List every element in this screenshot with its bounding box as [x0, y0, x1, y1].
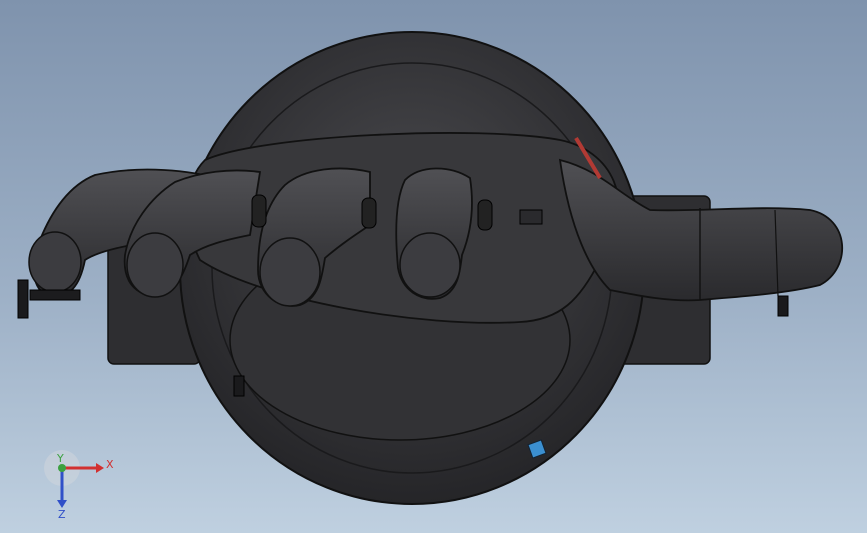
robotic-hand-model[interactable] [0, 0, 867, 533]
y-axis-label: Y [56, 452, 64, 465]
knuckle-joint [361, 197, 377, 229]
x-axis-label: X [106, 458, 114, 471]
z-axis-head [57, 500, 67, 508]
graphics-viewport[interactable]: X Z Y [0, 0, 867, 533]
thumb-clip [777, 295, 789, 317]
palm-button [519, 209, 543, 225]
thumb [558, 158, 843, 302]
finger-little-tip [399, 232, 461, 298]
x-axis-head [96, 463, 104, 473]
knuckle-joint [477, 199, 493, 231]
z-axis-label: Z [58, 508, 66, 520]
knuckle-joint [251, 194, 267, 228]
finger-index-tip [28, 231, 82, 293]
finger-middle-tip [126, 232, 184, 298]
y-axis-marker [58, 464, 66, 472]
side-tab [233, 375, 245, 397]
finger-index-gripper [29, 289, 81, 301]
coordinate-triad: X Z Y [44, 450, 114, 520]
finger-index-claw [17, 279, 29, 319]
finger-ring-tip [259, 237, 321, 307]
